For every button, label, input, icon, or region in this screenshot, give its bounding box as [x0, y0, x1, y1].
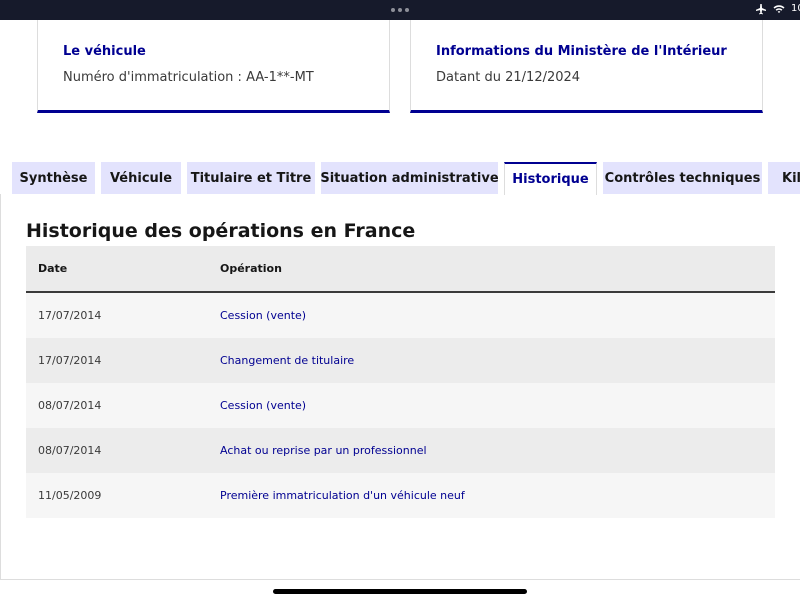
- row-date: 08/07/2014: [38, 399, 102, 412]
- row-date: 08/07/2014: [38, 444, 102, 457]
- table-row: 08/07/2014 Achat ou reprise par un profe…: [26, 428, 775, 473]
- tab-controles-techniques[interactable]: Contrôles techniques: [603, 162, 762, 194]
- table-row: 11/05/2009 Première immatriculation d'un…: [26, 473, 775, 518]
- row-operation: Changement de titulaire: [220, 354, 355, 367]
- vehicle-card: Le véhicule Numéro d'immatriculation : A…: [37, 20, 390, 113]
- row-operation: Cession (vente): [220, 309, 307, 322]
- tab-titulaire-et-titre[interactable]: Titulaire et Titre: [187, 162, 315, 194]
- status-bar: 10: [0, 0, 800, 20]
- ministry-info-card: Informations du Ministère de l'Intérieur…: [410, 20, 763, 113]
- tab-synthese[interactable]: Synthèse: [12, 162, 95, 194]
- status-icons: 10: [755, 3, 800, 15]
- row-operation: Achat ou reprise par un professionnel: [220, 444, 427, 457]
- row-date: 17/07/2014: [38, 354, 102, 367]
- table-row: 08/07/2014 Cession (vente): [26, 383, 775, 428]
- tab-situation-administrative[interactable]: Situation administrative: [321, 162, 498, 194]
- table-row: 17/07/2014 Cession (vente): [26, 293, 775, 338]
- date-column-header: Date: [38, 262, 68, 275]
- row-date: 11/05/2009: [38, 489, 102, 502]
- registration-number: Numéro d'immatriculation : AA-1**-MT: [63, 70, 314, 85]
- table-row: 17/07/2014 Changement de titulaire: [26, 338, 775, 383]
- vehicle-card-title: Le véhicule: [63, 44, 146, 59]
- table-header: Date Opération: [26, 246, 775, 293]
- tab-kilometrage[interactable]: Kilo: [768, 162, 800, 194]
- row-operation: Cession (vente): [220, 399, 307, 412]
- table-body: 17/07/2014 Cession (vente) 17/07/2014 Ch…: [26, 293, 775, 518]
- ministry-card-title: Informations du Ministère de l'Intérieur: [436, 44, 727, 59]
- row-date: 17/07/2014: [38, 309, 102, 322]
- clock-fragment: 10: [791, 3, 800, 14]
- section-title: Historique des opérations en France: [26, 220, 416, 242]
- tab-historique[interactable]: Historique: [504, 162, 597, 195]
- operations-table: Date Opération 17/07/2014 Cession (vente…: [26, 246, 775, 518]
- operation-column-header: Opération: [220, 262, 282, 275]
- tab-vehicule[interactable]: Véhicule: [101, 162, 181, 194]
- airplane-icon: [756, 4, 766, 15]
- data-date: Datant du 21/12/2024: [436, 70, 581, 85]
- home-indicator[interactable]: [273, 589, 527, 594]
- multitasking-dots-icon[interactable]: [391, 8, 409, 12]
- wifi-icon: [773, 5, 785, 13]
- row-operation: Première immatriculation d'un véhicule n…: [220, 489, 465, 502]
- tab-bar: Synthèse Véhicule Titulaire et Titre Sit…: [0, 162, 800, 195]
